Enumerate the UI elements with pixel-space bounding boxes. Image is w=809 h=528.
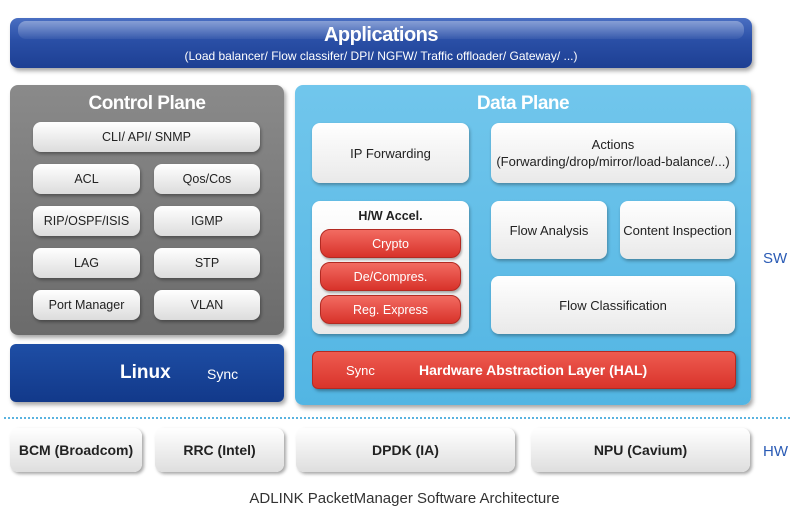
flow-analysis-box: Flow Analysis xyxy=(491,201,607,259)
hw-npu-cavium: NPU (Cavium) xyxy=(531,428,750,472)
actions-subtitle: (Forwarding/drop/mirror/load-balance/...… xyxy=(496,154,730,169)
applications-layer: Applications (Load balancer/ Flow classi… xyxy=(10,18,752,68)
linux-label: Linux xyxy=(120,362,171,383)
cp-item-rip-ospf-isis: RIP/OSPF/ISIS xyxy=(33,206,140,236)
flow-analysis-label: Flow Analysis xyxy=(509,222,589,238)
cp-item-qos-cos: Qos/Cos xyxy=(154,164,260,194)
actions-title: Actions xyxy=(591,137,635,152)
sw-label: SW xyxy=(763,250,788,267)
ip-forwarding-box: IP Forwarding xyxy=(312,123,469,183)
hw-label: HW xyxy=(763,443,788,460)
cp-item-igmp: IGMP xyxy=(154,206,260,236)
data-plane-title: Data Plane xyxy=(476,93,570,114)
hw-accel-decompress: De/Compres. xyxy=(320,262,461,291)
hal-layer: Sync Hardware Abstraction Layer (HAL) xyxy=(312,351,736,389)
content-inspection-box: Content Inspection xyxy=(620,201,735,259)
hw-accel-reg-express: Reg. Express xyxy=(320,295,461,324)
content-inspection-label: Content Inspection xyxy=(623,222,732,238)
cp-item-vlan: VLAN xyxy=(154,290,260,320)
cp-item-port-manager: Port Manager xyxy=(33,290,140,320)
hal-sync-label: Sync xyxy=(346,363,375,378)
figure-caption: ADLINK PacketManager Software Architectu… xyxy=(249,490,560,507)
control-plane-title: Control Plane xyxy=(88,93,206,114)
cp-item-acl: ACL xyxy=(33,164,140,194)
hw-bcm-broadcom: BCM (Broadcom) xyxy=(10,428,142,472)
cp-item-stp: STP xyxy=(154,248,260,278)
control-plane-panel: Control Plane CLI/ API/ SNMP ACL Qos/Cos… xyxy=(10,85,284,335)
hw-accel-crypto: Crypto xyxy=(320,229,461,258)
hal-label: Hardware Abstraction Layer (HAL) xyxy=(419,362,648,378)
ip-forwarding-label: IP Forwarding xyxy=(350,145,431,161)
hw-accel-title: H/W Accel. xyxy=(358,209,423,223)
cp-item-lag: LAG xyxy=(33,248,140,278)
linux-layer: Linux Sync xyxy=(10,344,284,402)
applications-title: Applications xyxy=(323,24,439,46)
hw-rrc-intel: RRC (Intel) xyxy=(155,428,284,472)
linux-sync-label: Sync xyxy=(207,366,239,382)
sw-hw-divider xyxy=(4,417,790,419)
hw-dpdk-ia: DPDK (IA) xyxy=(296,428,515,472)
flow-classification-box: Flow Classification xyxy=(491,276,735,334)
cp-item-cli-api-snmp: CLI/ API/ SNMP xyxy=(33,122,260,152)
actions-box: Actions (Forwarding/drop/mirror/load-bal… xyxy=(491,123,735,183)
applications-subtitle: (Load balancer/ Flow classifer/ DPI/ NGF… xyxy=(184,49,578,63)
flow-classification-label: Flow Classification xyxy=(559,297,667,313)
